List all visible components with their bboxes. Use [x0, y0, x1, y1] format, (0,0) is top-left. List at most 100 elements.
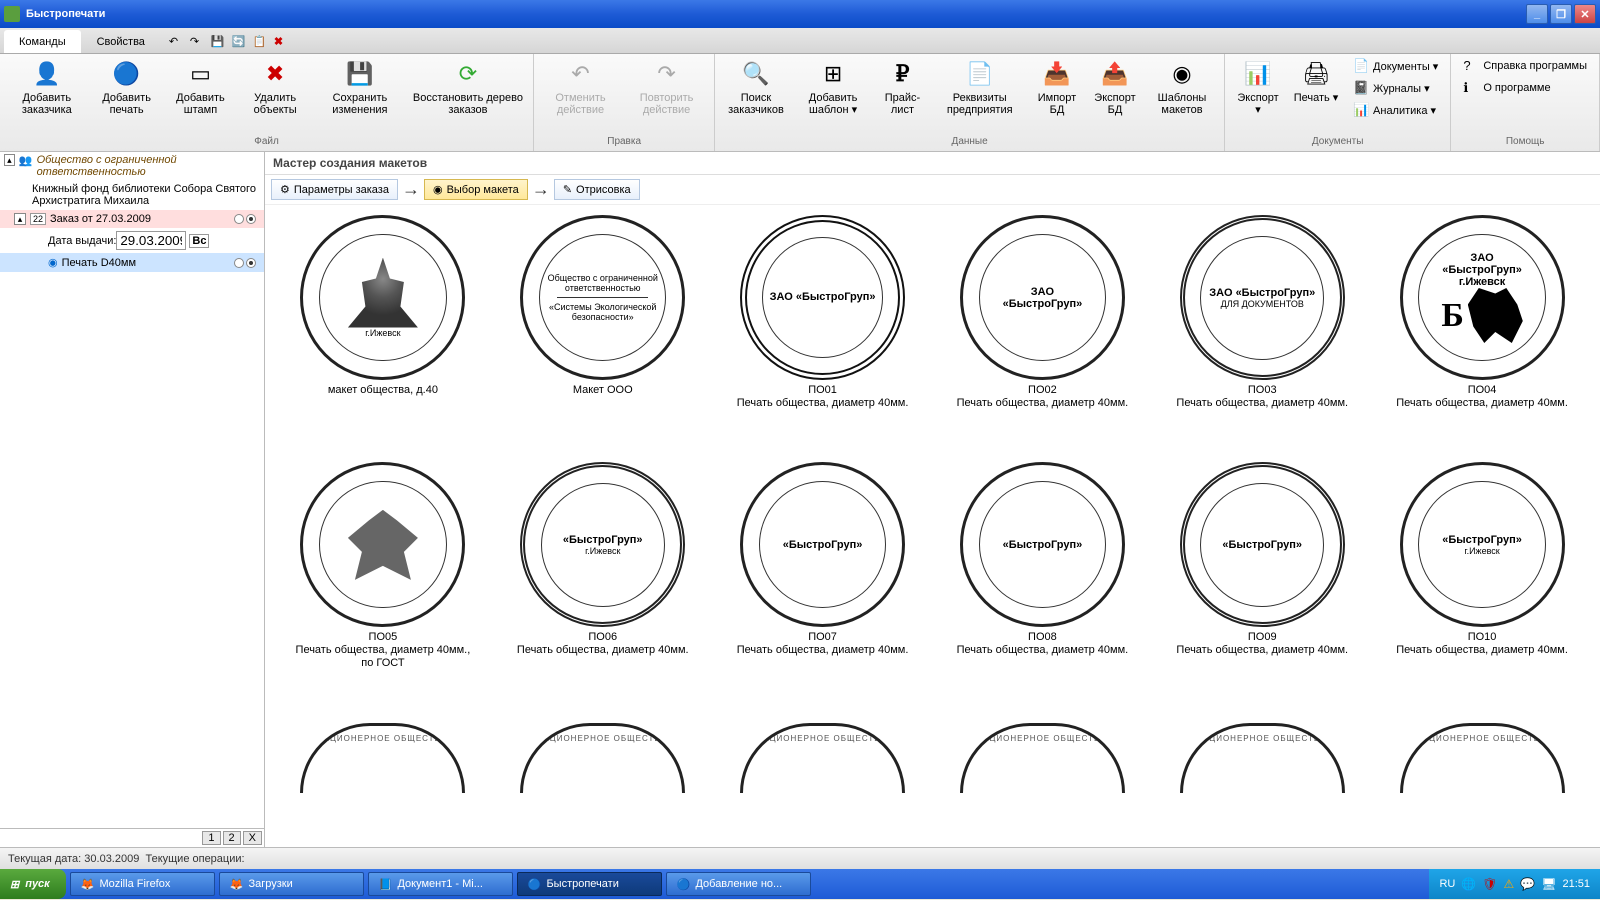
window-titlebar: Быстропечати _ ❐ ✕ — [0, 0, 1600, 28]
collapse-icon[interactable]: ▴ — [14, 213, 26, 225]
save-changes-button[interactable]: 💾Сохранить изменения — [313, 56, 407, 132]
document-icon: 📄 — [964, 58, 996, 90]
search-customers-button[interactable]: 🔍Поиск заказчиков — [719, 56, 792, 132]
template-item-partial[interactable]: АКЦИОНЕРНОЕ ОБЩЕСТВО — [1156, 723, 1368, 837]
help-button[interactable]: ?Справка программы — [1461, 56, 1589, 76]
template-item[interactable]: «БыстроГруп»ПО09Печать общества, диаметр… — [1156, 462, 1368, 710]
step-choose-layout[interactable]: ◉Выбор макета — [424, 179, 528, 200]
tree-stamp-item[interactable]: ◉ Печать D40мм — [0, 253, 264, 272]
template-item[interactable]: ЗАО «БыстроГруп» г.ИжевскБПО04Печать общ… — [1376, 215, 1588, 450]
template-item-partial[interactable]: АКЦИОНЕРНОЕ ОБЩЕСТВО — [277, 723, 489, 837]
save-icon[interactable]: 💾 — [211, 35, 229, 53]
issue-date-input[interactable] — [116, 231, 186, 250]
windows-taskbar: ⊞пуск 🦊Mozilla Firefox🦊Загрузки📘Документ… — [0, 869, 1600, 899]
delete-objects-button[interactable]: ✖Удалить объекты — [237, 56, 313, 132]
undo-button[interactable]: ↶Отменить действие — [538, 56, 623, 132]
price-list-button[interactable]: ₽Прайс- лист — [873, 56, 931, 132]
taskbar-task[interactable]: 🦊Mozilla Firefox — [70, 872, 215, 896]
analytics-menu[interactable]: 📊Аналитика ▾ — [1351, 100, 1440, 120]
documents-menu[interactable]: 📄Документы ▾ — [1351, 56, 1440, 76]
template-item[interactable]: ЗАО «БыстроГруп»ПО02Печать общества, диа… — [936, 215, 1148, 450]
tab-properties[interactable]: Свойства — [83, 31, 159, 53]
tab-commands[interactable]: Команды — [4, 30, 81, 53]
tree-order[interactable]: ▴ 22 Заказ от 27.03.2009 — [0, 210, 264, 228]
about-button[interactable]: ℹО программе — [1461, 78, 1589, 98]
app-icon: 🦊 — [81, 878, 95, 891]
journals-menu[interactable]: 📓Журналы ▾ — [1351, 78, 1440, 98]
templates-icon: ◉ — [1166, 58, 1198, 90]
add-customer-button[interactable]: 👤Добавить заказчика — [4, 56, 90, 132]
template-item[interactable]: Общество с ограниченной ответственностью… — [497, 215, 709, 450]
taskbar-task[interactable]: 🔵Быстропечати — [517, 872, 662, 896]
redo-icon[interactable]: ↷ — [190, 35, 208, 53]
export-db-button[interactable]: 📤Экспорт БД — [1086, 56, 1144, 132]
clock[interactable]: 21:51 — [1562, 878, 1590, 890]
layout-templates-button[interactable]: ◉Шаблоны макетов — [1144, 56, 1220, 132]
template-item-partial[interactable]: АКЦИОНЕРНОЕ ОБЩЕСТВО — [936, 723, 1148, 837]
arrow-icon: → — [532, 179, 550, 200]
tray-icon[interactable]: 💬 — [1520, 877, 1535, 891]
template-item[interactable]: г.Ижевскмакет общества, д.40 — [277, 215, 489, 450]
lang-indicator[interactable]: RU — [1439, 878, 1455, 890]
restore-tree-button[interactable]: ⟳Восстановить дерево заказов — [407, 56, 529, 132]
ribbon-group-help: ?Справка программы ℹО программе Помощь — [1451, 54, 1600, 151]
add-seal-button[interactable]: 🔵Добавить печать — [90, 56, 164, 132]
undo-icon[interactable]: ↶ — [169, 35, 187, 53]
tree-root[interactable]: ▴ 👥 Общество с ограниченной ответственно… — [0, 152, 264, 180]
group-label: Помощь — [1455, 134, 1595, 149]
close-button[interactable]: ✕ — [1574, 4, 1596, 24]
collapse-icon[interactable]: ▴ — [4, 154, 15, 166]
template-item[interactable]: «БыстроГруп»ПО07Печать общества, диаметр… — [717, 462, 929, 710]
view-tab-2[interactable]: 2 — [223, 831, 241, 845]
radio-on[interactable] — [246, 214, 256, 224]
import-db-button[interactable]: 📥Импорт БД — [1028, 56, 1086, 132]
start-button[interactable]: ⊞пуск — [0, 869, 66, 899]
template-item[interactable]: ПО05Печать общества, диаметр 40мм., по Г… — [277, 462, 489, 710]
info-icon: ℹ — [1463, 80, 1479, 96]
template-item[interactable]: «БыстроГруп»г.ИжевскПО10Печать общества,… — [1376, 462, 1588, 710]
redo-button[interactable]: ↷Повторить действие — [623, 56, 710, 132]
radio-on[interactable] — [246, 258, 256, 268]
tree-sub[interactable]: Книжный фонд библиотеки Собора Святого А… — [0, 180, 264, 210]
export-button[interactable]: 📊Экспорт ▾ — [1229, 56, 1287, 132]
radio-off[interactable] — [234, 214, 244, 224]
company-details-button[interactable]: 📄Реквизиты предприятия — [931, 56, 1028, 132]
tray-icon[interactable]: 🛡 — [1482, 877, 1497, 891]
radio-off[interactable] — [234, 258, 244, 268]
step-order-params[interactable]: ⚙Параметры заказа — [271, 179, 398, 200]
template-item[interactable]: «БыстроГруп»ПО08Печать общества, диаметр… — [936, 462, 1148, 710]
template-item-partial[interactable]: АКЦИОНЕРНОЕ ОБЩЕСТВО — [1376, 723, 1588, 837]
ribbon: 👤Добавить заказчика 🔵Добавить печать ▭До… — [0, 54, 1600, 152]
view-tab-x[interactable]: X — [243, 831, 262, 845]
view-tab-1[interactable]: 1 — [202, 831, 220, 845]
minimize-button[interactable]: _ — [1526, 4, 1548, 24]
layout-icon: ◉ — [433, 183, 443, 196]
template-item[interactable]: ЗАО «БыстроГруп»ПО01Печать общества, диа… — [717, 215, 929, 450]
seal-add-icon: 🔵 — [111, 58, 143, 90]
tray-icon[interactable]: ⚠ — [1504, 877, 1515, 891]
taskbar-task[interactable]: 📘Документ1 - Mi... — [368, 872, 513, 896]
taskbar-task[interactable]: 🦊Загрузки — [219, 872, 364, 896]
undo-arrow-icon: ↶ — [564, 58, 596, 90]
step-render[interactable]: ✎Отрисовка — [554, 179, 640, 200]
template-item-partial[interactable]: АКЦИОНЕРНОЕ ОБЩЕСТВО — [497, 723, 709, 837]
delete-icon[interactable]: ✖ — [274, 35, 292, 53]
journal-icon: 📓 — [1353, 80, 1369, 96]
template-item[interactable]: «БыстроГруп»г.ИжевскПО06Печать общества,… — [497, 462, 709, 710]
maximize-button[interactable]: ❐ — [1550, 4, 1572, 24]
template-item[interactable]: ЗАО «БыстроГруп»ДЛЯ ДОКУМЕНТОВПО03Печать… — [1156, 215, 1368, 450]
stamp-add-icon: ▭ — [184, 58, 216, 90]
form-icon[interactable]: 📋 — [253, 35, 271, 53]
template-item-partial[interactable]: АКЦИОНЕРНОЕ ОБЩЕСТВО — [717, 723, 929, 837]
diskette-icon: 💾 — [344, 58, 376, 90]
refresh-icon[interactable]: 🔄 — [232, 35, 250, 53]
print-button[interactable]: 🖨Печать ▾ — [1287, 56, 1345, 132]
import-icon: 📥 — [1041, 58, 1073, 90]
taskbar-task[interactable]: 🔵Добавление но... — [666, 872, 811, 896]
add-stamp-button[interactable]: ▭Добавить штамп — [164, 56, 238, 132]
tray-icon[interactable]: 🌐 — [1461, 877, 1476, 891]
person-add-icon: 👤 — [31, 58, 63, 90]
tray-icon[interactable]: 🖥 — [1541, 877, 1556, 891]
quick-access-toolbar: ↶ ↷ 💾 🔄 📋 ✖ — [169, 35, 292, 53]
add-template-button[interactable]: ⊞Добавить шаблон ▾ — [793, 56, 874, 132]
